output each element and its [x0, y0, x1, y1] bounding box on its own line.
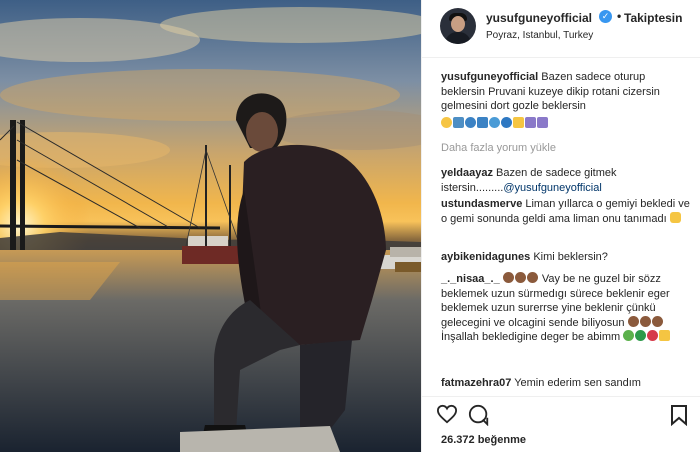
caption-emojis: [441, 116, 691, 132]
comment: aybikenidagunes Kimi beklersin?: [441, 250, 691, 265]
action-bar: [434, 404, 694, 429]
mention-link[interactable]: @yusufguneyofficial: [503, 182, 601, 194]
verified-badge-icon: ✓: [599, 10, 612, 23]
comment: fatmazehra07 Yemin ederim sen sandım: [441, 376, 691, 391]
comment-username[interactable]: ustundasmerve: [441, 198, 522, 210]
comment-username[interactable]: aybikenidagunes: [441, 251, 530, 263]
comment-username[interactable]: yeldaayaz: [441, 167, 493, 179]
following-button[interactable]: Takiptesin: [624, 11, 682, 25]
avatar[interactable]: [440, 8, 476, 44]
post-header: yusufguneyofficial ✓ • Takiptesin Poyraz…: [422, 0, 700, 58]
comments-list: yusufguneyofficial Bazen sadece oturup b…: [422, 60, 700, 395]
hand-emoji-icon: [669, 211, 681, 223]
comment-username[interactable]: fatmazehra07: [441, 377, 511, 389]
caption: yusufguneyofficial Bazen sadece oturup b…: [441, 70, 691, 131]
divider: [422, 396, 700, 397]
caption-username[interactable]: yusufguneyofficial: [441, 71, 538, 83]
bookmark-icon[interactable]: [670, 404, 688, 431]
post-photo[interactable]: [0, 0, 421, 452]
comment: _._nisaa_._ Vay be ne guzel bir sözz bek…: [441, 272, 691, 345]
comment: ustundasmerve Liman yıllarca o gemiyi be…: [441, 197, 691, 226]
comment: yeldaayaz Bazen de sadece gitmek istersi…: [441, 166, 691, 195]
heart-icon[interactable]: [436, 404, 458, 429]
username-link[interactable]: yusufguneyofficial: [486, 11, 592, 25]
comment-text: İnşallah bekledigine deger be abimm: [441, 331, 621, 343]
load-more-comments-link[interactable]: Daha fazla yorum yükle: [441, 142, 556, 154]
separator-dot: •: [617, 9, 622, 23]
comment-username[interactable]: _._nisaa_._: [441, 273, 500, 285]
instagram-post: yusufguneyofficial ✓ • Takiptesin Poyraz…: [0, 0, 700, 452]
comment-text: Kimi beklersin?: [533, 251, 608, 263]
post-side-panel: yusufguneyofficial ✓ • Takiptesin Poyraz…: [421, 0, 700, 452]
likes-count[interactable]: 26.372 beğenme: [441, 434, 526, 446]
sunset-photo-illustration: [0, 7, 421, 452]
comment-text: Yemin ederim sen sandım: [514, 377, 641, 389]
comment-icon[interactable]: [468, 404, 490, 431]
location-link[interactable]: Poyraz, Istanbul, Turkey: [486, 30, 593, 41]
